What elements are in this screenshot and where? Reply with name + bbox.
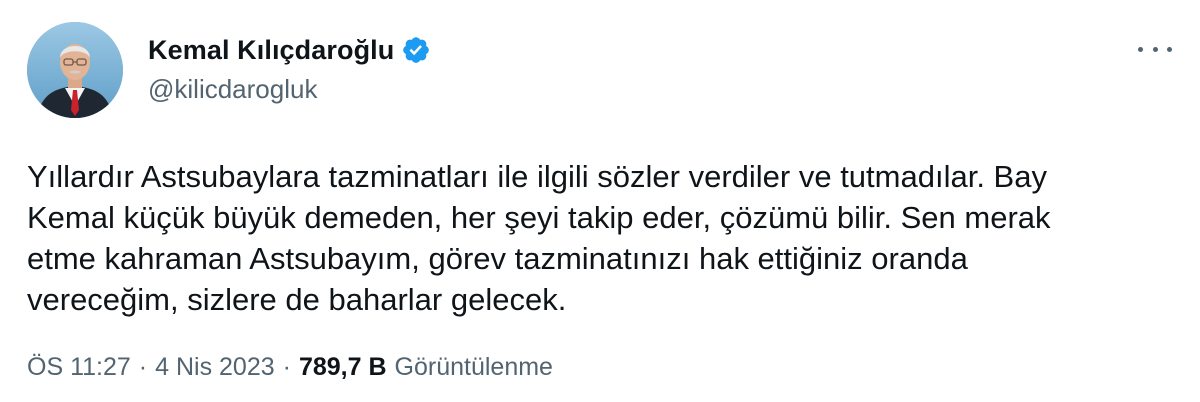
more-dot bbox=[1167, 46, 1172, 52]
tweet-text: Yıllardır Astsubaylara tazminatları ile … bbox=[27, 159, 1051, 317]
views-count[interactable]: 789,7 B bbox=[299, 353, 387, 382]
tweet-card: Kemal Kılıçdaroğlu @kilicdarogluk Yıllar… bbox=[0, 0, 1200, 402]
verified-badge-icon[interactable] bbox=[401, 35, 431, 65]
author-display-name[interactable]: Kemal Kılıçdaroğlu bbox=[148, 35, 394, 66]
more-dot bbox=[1152, 46, 1158, 52]
tweet-date[interactable]: 4 Nis 2023 bbox=[155, 353, 275, 382]
more-options-icon[interactable] bbox=[1138, 38, 1172, 60]
tweet-meta: ÖS 11:27 · 4 Nis 2023 · 789,7 B Görüntül… bbox=[27, 353, 553, 382]
tweet-time[interactable]: ÖS 11:27 bbox=[27, 353, 131, 382]
profile-photo-icon bbox=[27, 22, 123, 118]
avatar[interactable] bbox=[27, 22, 123, 118]
meta-separator: · bbox=[282, 353, 291, 381]
views-label[interactable]: Görüntülenme bbox=[395, 353, 553, 382]
author-handle[interactable]: @kilicdarogluk bbox=[148, 74, 317, 105]
author-name-row[interactable]: Kemal Kılıçdaroğlu bbox=[148, 33, 431, 67]
meta-separator: · bbox=[138, 353, 148, 381]
more-dot bbox=[1138, 46, 1143, 52]
